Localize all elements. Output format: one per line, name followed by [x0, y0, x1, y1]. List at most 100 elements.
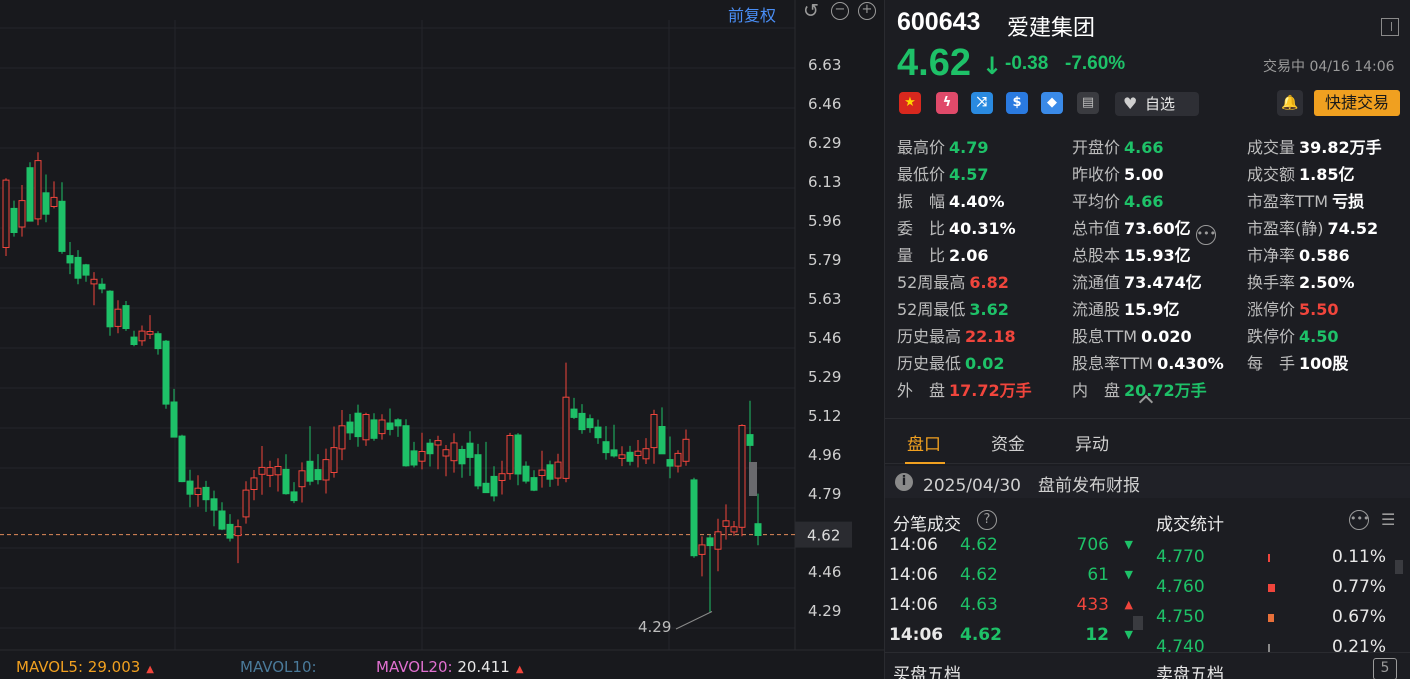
y-tick-label: 5.96 [808, 212, 841, 230]
info-icon: i [895, 473, 913, 491]
kline-chart-area[interactable]: 6.63 6.46 6.29 6.13 5.96 5.79 5.63 5.46 5.29 5.12… [0, 0, 884, 679]
bell-icon[interactable]: 🔔 [1277, 90, 1303, 116]
candle [666, 436, 674, 479]
candle [610, 424, 618, 458]
tick-list-scrollbar[interactable] [1133, 616, 1143, 630]
candle [106, 290, 114, 336]
list-icon[interactable]: ☰ [1381, 512, 1399, 528]
stat-vol-ratio: 量 比 2.06 [897, 246, 989, 265]
candle [242, 481, 250, 524]
zoom-out-icon[interactable]: − [831, 2, 849, 20]
candle [650, 409, 658, 464]
candle [362, 412, 370, 446]
volume-stats-scrollbar[interactable] [1395, 560, 1403, 574]
ticks-title: 分笔成交 [893, 515, 961, 535]
y-tick-label: 5.46 [808, 329, 841, 347]
candle [58, 182, 66, 254]
candle [162, 340, 170, 409]
stat-market-cap: 总市值 73.60亿 ••• [1072, 215, 1216, 245]
candle [266, 460, 274, 488]
tab-order-book[interactable]: 盘口 [907, 430, 941, 455]
candle [186, 469, 194, 508]
candle [154, 331, 162, 355]
stat-pe-ttm: 市盈率TTM 亏损 [1247, 192, 1365, 211]
y-tick-label: 6.29 [808, 134, 841, 152]
grid-lines [0, 20, 795, 650]
candle [618, 446, 626, 467]
stat-low: 最低价 4.57 [897, 165, 989, 184]
candle [674, 450, 682, 473]
candle [458, 445, 466, 478]
add-watchlist-button[interactable]: ♥ 自选 [1115, 92, 1199, 116]
tab-alerts[interactable]: 异动 [1075, 430, 1109, 455]
candle [210, 490, 218, 527]
layout-toggle-icon[interactable] [1381, 18, 1399, 36]
document-icon[interactable]: ▤ [1077, 92, 1099, 114]
candle [290, 482, 298, 504]
candle [234, 519, 242, 564]
candle [738, 424, 746, 537]
candle [250, 470, 258, 501]
zoom-in-icon[interactable]: + [858, 2, 876, 20]
low-marker-line [675, 611, 713, 630]
quick-trade-button[interactable]: 快捷交易 [1314, 90, 1400, 116]
volume-indicator-bar [749, 462, 757, 496]
candle [402, 419, 410, 467]
table-row: 14:06 4.62 61 ▼ [889, 560, 1139, 590]
candle [690, 477, 698, 558]
tick-list[interactable]: 14:06 4.62 706 ▼ 14:06 4.62 61 ▼ 14:06 4… [885, 534, 1140, 652]
down-triangle-icon: ▼ [1124, 538, 1133, 551]
volume-share-bar [1268, 584, 1275, 592]
stat-div-yield: 股息率TTM 0.430% [1072, 354, 1224, 373]
stat-52w-high: 52周最高 6.82 [897, 273, 1009, 292]
y-tick-label: 5.79 [808, 251, 841, 269]
tag-icon[interactable]: ◆ [1041, 92, 1063, 114]
volume-stats-list[interactable]: 4.770 0.11% 4.760 0.77% 4.750 0.67% 4.74… [1148, 540, 1410, 652]
candle [122, 301, 130, 331]
candle [50, 181, 58, 209]
help-icon[interactable]: ? [977, 510, 997, 530]
down-triangle-icon: ▼ [1124, 628, 1133, 641]
undo-icon[interactable]: ↺ [802, 2, 820, 21]
more-options-icon[interactable]: ••• [1349, 510, 1369, 530]
candle [378, 414, 386, 440]
y-tick-label: 5.12 [808, 407, 841, 425]
candle [642, 438, 650, 464]
y-tick-label: 5.63 [808, 290, 841, 308]
adjust-mode-button[interactable]: 前复权 [728, 2, 776, 26]
volume-share-bar [1268, 644, 1270, 652]
earnings-notice[interactable]: i 2025/04/30 盘前发布财报 [885, 466, 1410, 498]
mavol10-indicator: MAVOL10: [240, 658, 317, 676]
candle [546, 460, 554, 487]
depth-level-icon[interactable]: 5 [1373, 658, 1397, 679]
stat-float-cap: 流通值 73.474亿 [1072, 273, 1202, 292]
candle [18, 185, 26, 237]
y-tick-label: 6.46 [808, 95, 841, 113]
shuffle-icon[interactable]: ⤨ [971, 92, 993, 114]
candle [746, 400, 754, 468]
stat-div-ttm: 股息TTM 0.020 [1072, 327, 1192, 346]
candle [498, 460, 506, 495]
candle [482, 441, 490, 494]
dollar-icon[interactable]: $ [1006, 92, 1028, 114]
stat-outer: 外 盘 17.72万手 [897, 381, 1032, 400]
buy-depth-title: 买盘五档 [893, 665, 961, 679]
candle [138, 325, 146, 346]
table-row: 14:06 4.63 433 ▲ [889, 590, 1139, 620]
candle [698, 536, 706, 577]
lightning-icon[interactable]: ϟ [936, 92, 958, 114]
volume-share-bar [1268, 554, 1270, 562]
candle [346, 414, 354, 440]
candle [338, 410, 346, 461]
kline-chart[interactable]: 6.63 6.46 6.29 6.13 5.96 5.79 5.63 5.46 5.29 5.12… [0, 0, 884, 679]
tab-funds[interactable]: 资金 [991, 430, 1025, 455]
stat-high: 最高价 4.79 [897, 138, 989, 157]
candle [522, 461, 530, 484]
candle [466, 431, 474, 476]
more-icon[interactable]: ••• [1195, 225, 1216, 245]
candles [2, 152, 762, 613]
china-flag-icon[interactable]: ★ [899, 92, 921, 114]
candle [754, 493, 762, 546]
candle [658, 407, 666, 455]
candle [314, 454, 322, 485]
